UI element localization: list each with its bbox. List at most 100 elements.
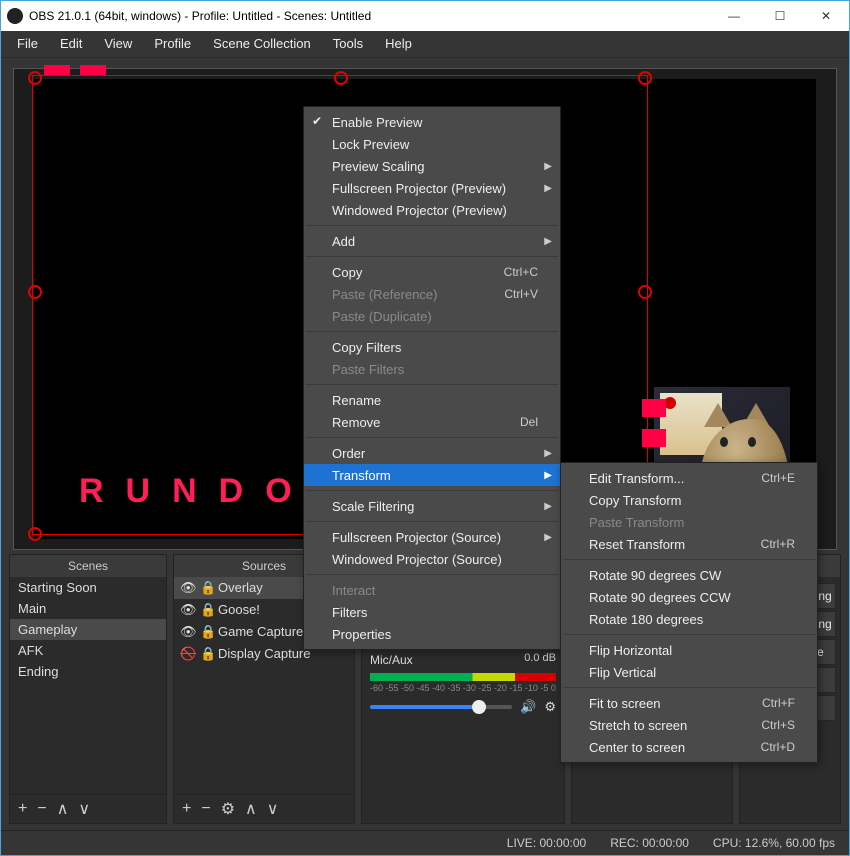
lock-icon[interactable]: 🔒	[200, 646, 212, 662]
selection-handle[interactable]	[638, 71, 652, 85]
status-live: LIVE: 00:00:00	[507, 836, 586, 850]
lock-icon[interactable]: 🔒	[200, 580, 212, 596]
menu-item-rotate-90-degrees-ccw[interactable]: Rotate 90 degrees CCW	[561, 586, 817, 608]
selection-handle[interactable]	[28, 527, 42, 541]
menu-item-fit-to-screen[interactable]: Fit to screenCtrl+F	[561, 692, 817, 714]
scene-item[interactable]: AFK	[10, 640, 166, 661]
menu-item-edit-transform-[interactable]: Edit Transform...Ctrl+E	[561, 467, 817, 489]
audio-meter	[370, 673, 556, 681]
menu-item-label: Paste Transform	[589, 515, 684, 530]
visibility-toggle-icon[interactable]: 👁	[180, 624, 194, 640]
close-button[interactable]: ✕	[803, 1, 849, 31]
remove-source-button[interactable]: −	[201, 800, 210, 818]
menu-item-reset-transform[interactable]: Reset TransformCtrl+R	[561, 533, 817, 555]
menu-item-label: Reset Transform	[589, 537, 685, 552]
menu-item-label: Interact	[332, 583, 375, 598]
menu-item-properties[interactable]: Properties	[304, 623, 560, 645]
visibility-toggle-icon[interactable]: 🚫	[180, 646, 194, 662]
menu-separator	[306, 331, 558, 332]
menu-item-fullscreen-projector-preview-[interactable]: Fullscreen Projector (Preview)▶	[304, 177, 560, 199]
menu-item-rotate-90-degrees-cw[interactable]: Rotate 90 degrees CW	[561, 564, 817, 586]
selection-handle[interactable]	[638, 285, 652, 299]
minimize-button[interactable]: —	[711, 1, 757, 31]
menu-item-remove[interactable]: RemoveDel	[304, 411, 560, 433]
menu-separator	[306, 225, 558, 226]
menu-item-add[interactable]: Add▶	[304, 230, 560, 252]
source-properties-button[interactable]: ⚙	[221, 799, 235, 819]
titlebar: OBS 21.0.1 (64bit, windows) - Profile: U…	[1, 1, 849, 31]
visibility-toggle-icon[interactable]: 👁	[180, 580, 194, 596]
menu-item-label: Lock Preview	[332, 137, 409, 152]
menu-item-lock-preview[interactable]: Lock Preview	[304, 133, 560, 155]
menu-item-copy-filters[interactable]: Copy Filters	[304, 336, 560, 358]
source-down-button[interactable]: ∨	[267, 799, 279, 819]
visibility-toggle-icon[interactable]: 👁	[180, 602, 194, 618]
remove-scene-button[interactable]: −	[37, 800, 46, 818]
scene-item[interactable]: Ending	[10, 661, 166, 682]
menu-item-label: Rotate 90 degrees CW	[589, 568, 721, 583]
menu-edit[interactable]: Edit	[50, 32, 92, 55]
menu-item-copy[interactable]: CopyCtrl+C	[304, 261, 560, 283]
menu-item-preview-scaling[interactable]: Preview Scaling▶	[304, 155, 560, 177]
menu-file[interactable]: File	[7, 32, 48, 55]
menu-item-transform[interactable]: Transform▶	[304, 464, 560, 486]
scenes-list[interactable]: Starting SoonMainGameplayAFKEnding	[10, 577, 166, 794]
scene-item[interactable]: Main	[10, 598, 166, 619]
menu-item-stretch-to-screen[interactable]: Stretch to screenCtrl+S	[561, 714, 817, 736]
add-scene-button[interactable]: +	[18, 800, 27, 818]
menu-item-order[interactable]: Order▶	[304, 442, 560, 464]
menu-tools[interactable]: Tools	[323, 32, 373, 55]
transform-submenu[interactable]: Edit Transform...Ctrl+ECopy Transform Pas…	[560, 462, 818, 763]
scenes-panel: Scenes Starting SoonMainGameplayAFKEndin…	[9, 554, 167, 824]
menu-item-flip-vertical[interactable]: Flip Vertical	[561, 661, 817, 683]
menu-item-scale-filtering[interactable]: Scale Filtering▶	[304, 495, 560, 517]
scene-item[interactable]: Gameplay	[10, 619, 166, 640]
menu-item-label: Rename	[332, 393, 381, 408]
decoration	[80, 65, 106, 75]
source-up-button[interactable]: ∧	[245, 799, 257, 819]
app-window: OBS 21.0.1 (64bit, windows) - Profile: U…	[0, 0, 850, 856]
menu-item-center-to-screen[interactable]: Center to screenCtrl+D	[561, 736, 817, 758]
menu-item-filters[interactable]: Filters	[304, 601, 560, 623]
menu-item-label: Flip Horizontal	[589, 643, 672, 658]
speaker-icon[interactable]: 🔊	[520, 699, 536, 715]
menu-item-copy-transform[interactable]: Copy Transform	[561, 489, 817, 511]
scene-up-button[interactable]: ∧	[57, 799, 69, 819]
menu-item-fullscreen-projector-source-[interactable]: Fullscreen Projector (Source)▶	[304, 526, 560, 548]
lock-icon[interactable]: 🔒	[200, 602, 212, 618]
menu-item-windowed-projector-source-[interactable]: Windowed Projector (Source)	[304, 548, 560, 570]
maximize-button[interactable]: ☐	[757, 1, 803, 31]
menu-item-enable-preview[interactable]: ✔Enable Preview	[304, 111, 560, 133]
selection-handle[interactable]	[28, 285, 42, 299]
menu-item-label: Edit Transform...	[589, 471, 684, 486]
menu-item-label: Preview Scaling	[332, 159, 425, 174]
add-source-button[interactable]: +	[182, 800, 191, 818]
volume-slider[interactable]	[370, 705, 512, 709]
menu-item-label: Remove	[332, 415, 380, 430]
selection-handle[interactable]	[28, 71, 42, 85]
menu-view[interactable]: View	[94, 32, 142, 55]
menu-item-rename[interactable]: Rename	[304, 389, 560, 411]
menu-shortcut: Ctrl+S	[761, 718, 795, 732]
menu-item-rotate-180-degrees[interactable]: Rotate 180 degrees	[561, 608, 817, 630]
source-name: Overlay	[218, 580, 263, 595]
menu-item-windowed-projector-preview-[interactable]: Windowed Projector (Preview)	[304, 199, 560, 221]
selection-handle[interactable]	[334, 71, 348, 85]
menu-item-flip-horizontal[interactable]: Flip Horizontal	[561, 639, 817, 661]
menu-scene-collection[interactable]: Scene Collection	[203, 32, 321, 55]
lock-icon[interactable]: 🔒	[200, 624, 212, 640]
menu-item-label: Fit to screen	[589, 696, 661, 711]
window-title: OBS 21.0.1 (64bit, windows) - Profile: U…	[29, 9, 711, 23]
menu-profile[interactable]: Profile	[144, 32, 201, 55]
scene-item[interactable]: Starting Soon	[10, 577, 166, 598]
scene-down-button[interactable]: ∨	[78, 799, 90, 819]
menu-item-label: Paste (Reference)	[332, 287, 438, 302]
gear-icon[interactable]: ⚙	[544, 699, 556, 715]
menu-item-paste-duplicate-: Paste (Duplicate)	[304, 305, 560, 327]
source-name: Game Capture	[218, 624, 303, 639]
context-menu[interactable]: ✔Enable Preview Lock Preview Preview Scali…	[303, 106, 561, 650]
menu-item-paste-reference-: Paste (Reference)Ctrl+V	[304, 283, 560, 305]
menu-item-label: Order	[332, 446, 365, 461]
submenu-arrow-icon: ▶	[544, 532, 552, 543]
menu-help[interactable]: Help	[375, 32, 422, 55]
